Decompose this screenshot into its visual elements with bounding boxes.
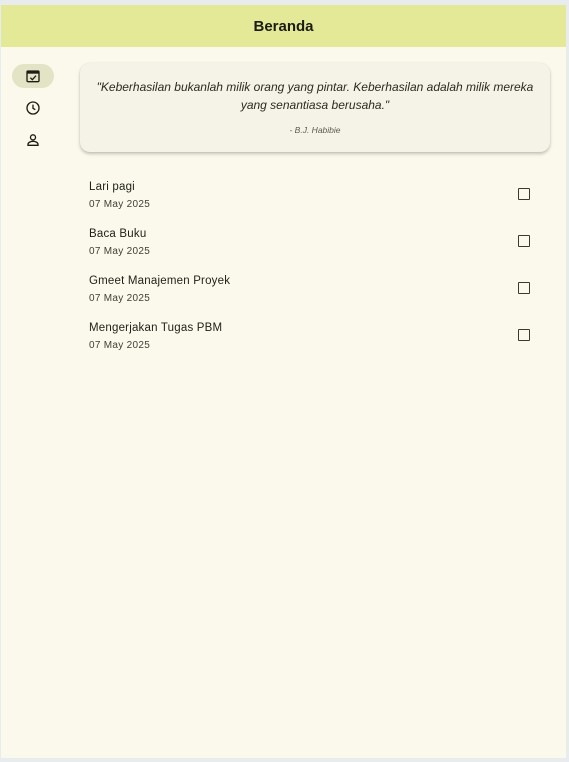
- task-date: 07 May 2025: [89, 293, 151, 304]
- rail-item-tasks[interactable]: [12, 64, 54, 88]
- task-title: Lari pagi: [89, 181, 135, 193]
- quote-card: "Keberhasilan bukanlah milik orang yang …: [80, 63, 550, 152]
- calendar-check-icon: [26, 70, 40, 83]
- task-title: Baca Buku: [89, 228, 147, 240]
- rail-item-history[interactable]: [12, 96, 54, 120]
- task-title: Gmeet Manajemen Proyek: [89, 275, 231, 287]
- quote-text: "Keberhasilan bukanlah milik orang yang …: [96, 80, 534, 112]
- task-title: Mengerjakan Tugas PBM: [89, 322, 223, 334]
- clock-icon: [26, 101, 40, 115]
- app-bar: Beranda: [1, 5, 566, 47]
- task-date: 07 May 2025: [89, 340, 151, 351]
- person-icon: [27, 134, 39, 146]
- task-item[interactable]: Mengerjakan Tugas PBM 07 May 2025: [81, 320, 551, 360]
- page-title: Beranda: [253, 17, 314, 35]
- task-checkbox[interactable]: [518, 282, 530, 294]
- task-checkbox[interactable]: [518, 329, 530, 341]
- task-item[interactable]: Lari pagi 07 May 2025: [81, 179, 551, 219]
- task-item[interactable]: Baca Buku 07 May 2025: [81, 226, 551, 266]
- task-checkbox[interactable]: [518, 235, 530, 247]
- task-item[interactable]: Gmeet Manajemen Proyek 07 May 2025: [81, 273, 551, 313]
- task-date: 07 May 2025: [89, 199, 151, 210]
- task-date: 07 May 2025: [89, 246, 151, 257]
- app-window: Beranda "Keberhasilan bukanlah milik ora…: [1, 5, 566, 758]
- rail-item-profile[interactable]: [12, 128, 54, 152]
- quote-author: - B.J. Habibie: [289, 125, 341, 135]
- task-checkbox[interactable]: [518, 188, 530, 200]
